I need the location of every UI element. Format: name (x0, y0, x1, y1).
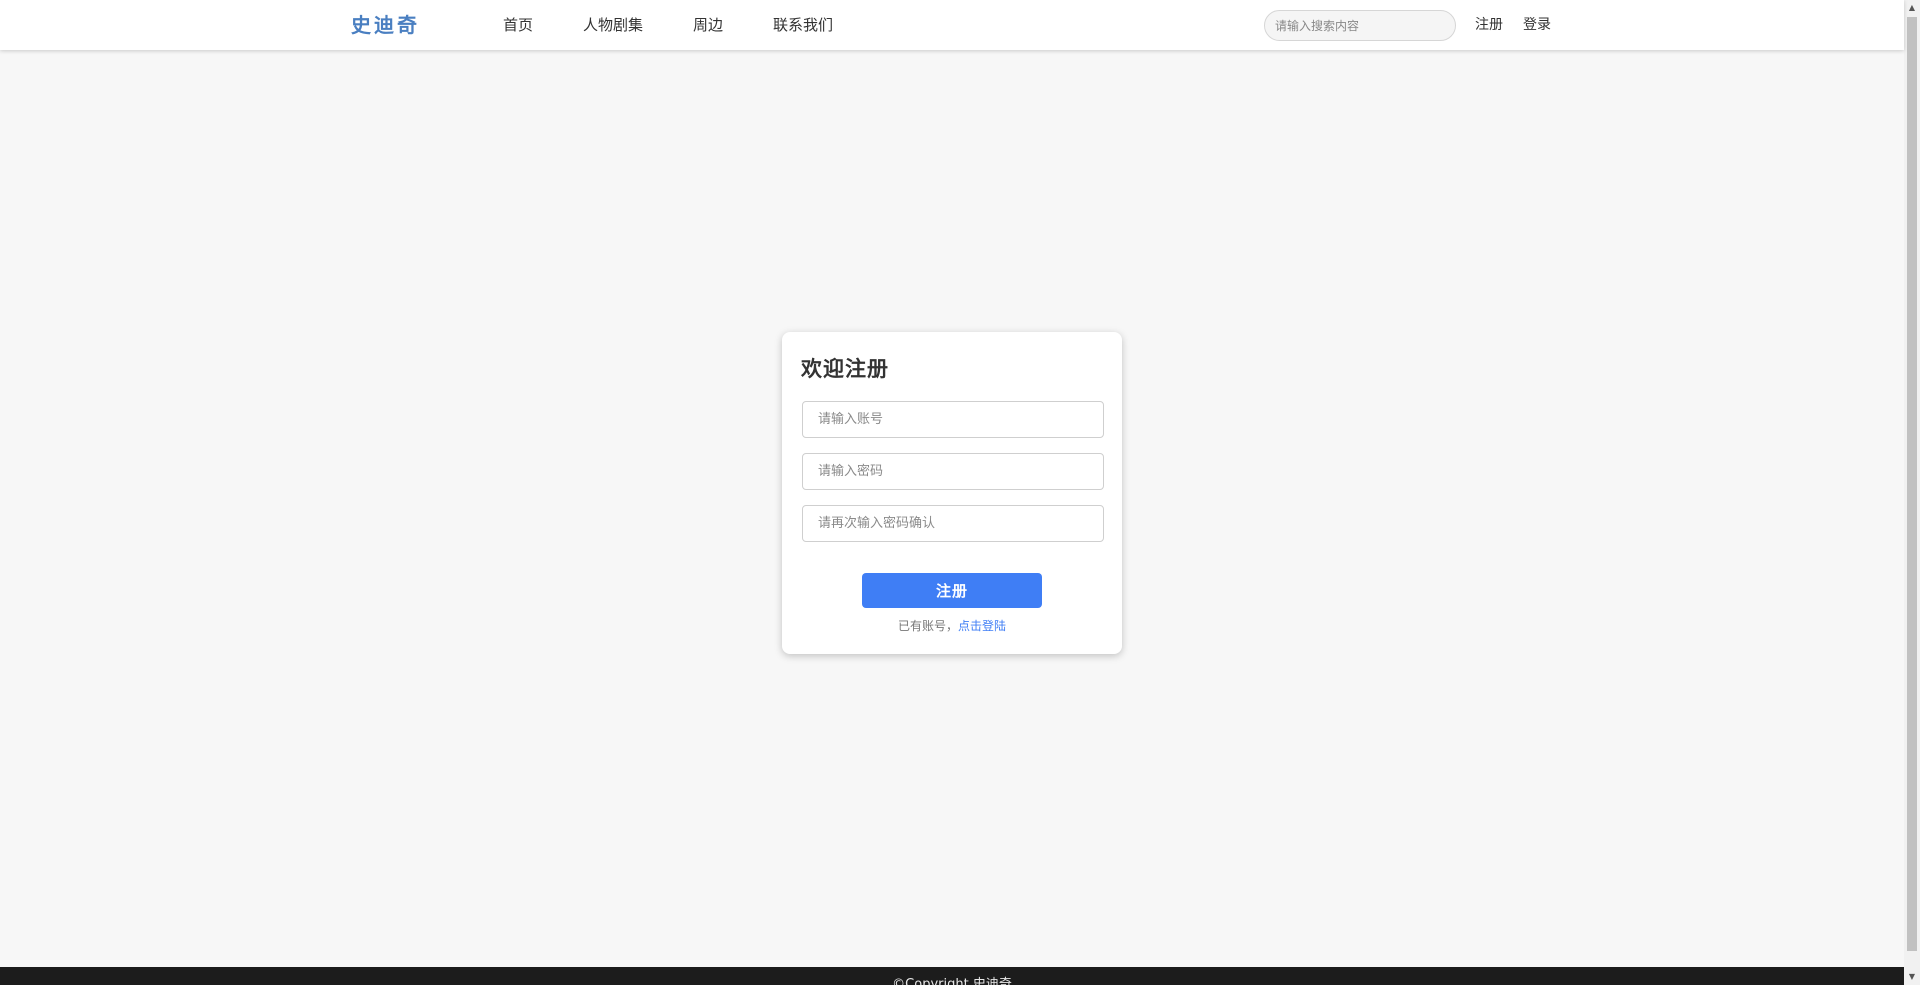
header-register-link[interactable]: 注册 (1475, 15, 1503, 35)
nav-item-contact-us[interactable]: 联系我们 (773, 15, 833, 35)
register-title: 欢迎注册 (801, 357, 889, 381)
nav-item-characters-episodes[interactable]: 人物剧集 (583, 15, 643, 35)
page-footer: ©Copyright 史迪奇 (0, 967, 1904, 985)
site-logo[interactable]: 史迪奇 (351, 12, 420, 38)
nav-item-merchandise[interactable]: 周边 (693, 15, 723, 35)
login-link[interactable]: 点击登陆 (958, 619, 1006, 633)
login-hint: 已有账号，点击登陆 (782, 617, 1122, 635)
register-card: 欢迎注册 注册 已有账号，点击登陆 (782, 332, 1122, 654)
nav-item-home[interactable]: 首页 (503, 15, 533, 35)
account-input[interactable] (802, 401, 1104, 438)
header-login-link[interactable]: 登录 (1523, 15, 1551, 35)
search-input[interactable] (1264, 10, 1456, 41)
footer-copyright: ©Copyright 史迪奇 (892, 977, 1012, 985)
main-nav: 首页 人物剧集 周边 联系我们 (503, 0, 883, 50)
top-header: 史迪奇 首页 人物剧集 周边 联系我们 注册 登录 (0, 0, 1904, 50)
confirm-password-input[interactable] (802, 505, 1104, 542)
password-input[interactable] (802, 453, 1104, 490)
triangle-down-icon[interactable]: ▼ (1904, 969, 1920, 985)
scrollbar-thumb[interactable] (1907, 17, 1917, 951)
vertical-scrollbar[interactable]: ▲ ▼ (1904, 0, 1920, 985)
register-submit-button[interactable]: 注册 (862, 573, 1042, 608)
triangle-up-icon[interactable]: ▲ (1904, 0, 1920, 16)
login-hint-text: 已有账号， (897, 619, 958, 633)
